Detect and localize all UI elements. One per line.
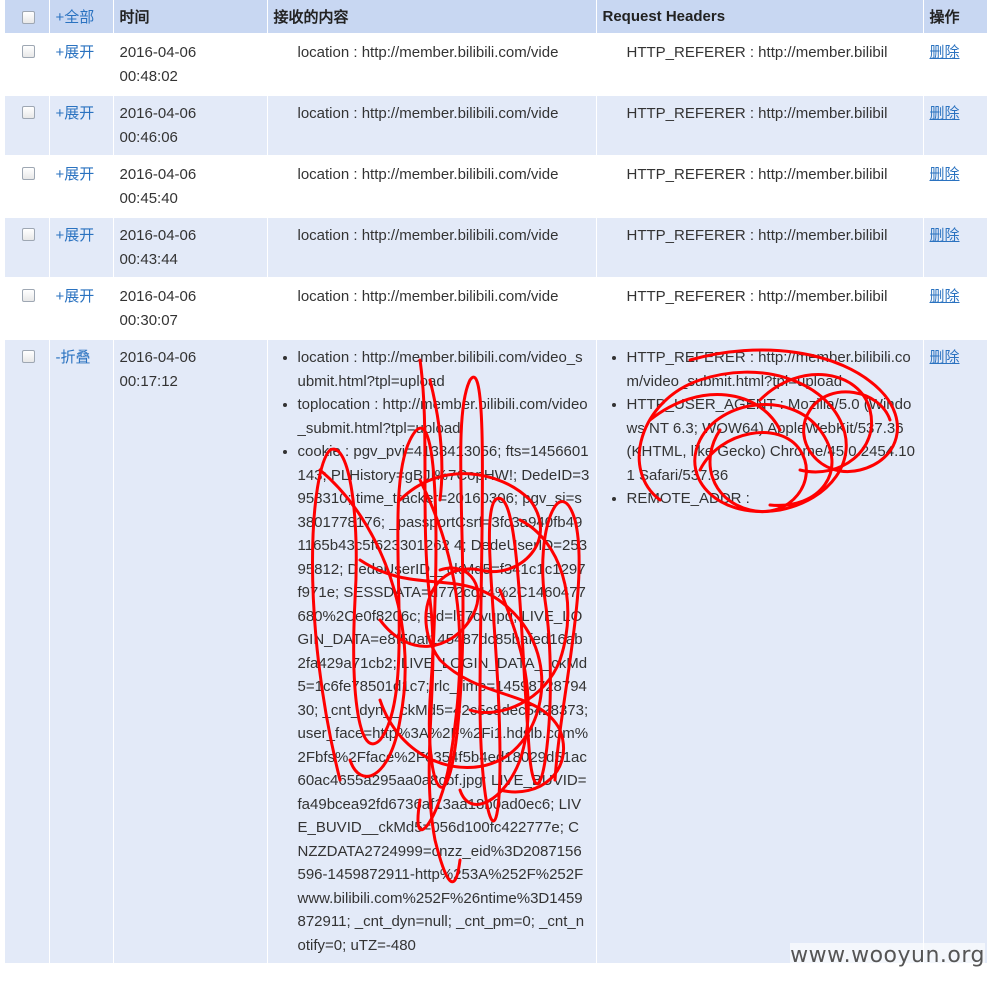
header-item: HTTP_REFERER : http://member.bilibil [627,224,917,248]
row-content: location : http://member.bilibili.com/vi… [267,94,597,156]
header-item: HTTP_REFERER : http://member.bilibil [627,41,917,65]
select-all-checkbox[interactable] [22,10,35,24]
row-select-cell [5,33,50,95]
watermark: www.wooyun.org [790,943,985,968]
row-toggle-cell: +展开 [49,33,114,95]
header-item: HTTP_REFERER : http://member.bilibil [627,285,917,309]
headers-column-header: Request Headers [596,0,924,34]
row-checkbox[interactable] [22,350,35,363]
row-content: location : http://member.bilibili.com/vi… [267,155,597,217]
content-item-cookie: cookie : pgv_pvi=4138413056; fts=1456601… [298,440,590,957]
row-ops: 删除 [923,216,988,278]
delete-link[interactable]: 删除 [930,227,960,244]
row-checkbox[interactable] [22,167,35,180]
row-headers: HTTP_REFERER : http://member.bilibili.co… [596,338,924,963]
row-ops: 删除 [923,338,988,963]
row-select-cell [5,94,50,156]
row-content: location : http://member.bilibili.com/vi… [267,338,597,963]
delete-link[interactable]: 删除 [930,349,960,366]
row-toggle-cell: +展开 [49,94,114,156]
content-item: location : http://member.bilibili.com/vi… [298,224,590,248]
header-item-referer: HTTP_REFERER : http://member.bilibili.co… [627,346,917,393]
row-headers: HTTP_REFERER : http://member.bilibil [596,216,924,278]
table-row: +展开 2016-04-06 00:46:06 location : http:… [5,94,988,156]
delete-link[interactable]: 删除 [930,288,960,305]
row-headers: HTTP_REFERER : http://member.bilibil [596,277,924,339]
expand-link[interactable]: +展开 [56,44,95,61]
row-time: 2016-04-06 00:17:12 [113,338,268,963]
row-toggle-cell: -折叠 [49,338,114,963]
row-ops: 删除 [923,33,988,95]
content-column-header: 接收的内容 [267,0,597,34]
row-select-cell [5,155,50,217]
ops-column-header: 操作 [923,0,988,34]
content-item: location : http://member.bilibili.com/vi… [298,163,590,187]
content-item: location : http://member.bilibili.com/vi… [298,285,590,309]
row-checkbox[interactable] [22,45,35,58]
row-select-cell [5,216,50,278]
row-ops: 删除 [923,94,988,156]
row-time: 2016-04-06 00:46:06 [113,94,268,156]
row-time: 2016-04-06 00:30:07 [113,277,268,339]
delete-link[interactable]: 删除 [930,44,960,61]
header-item: HTTP_REFERER : http://member.bilibil [627,163,917,187]
collapse-link[interactable]: -折叠 [56,349,91,366]
row-checkbox[interactable] [22,106,35,119]
row-ops: 删除 [923,277,988,339]
expand-link[interactable]: +展开 [56,105,95,122]
row-toggle-cell: +展开 [49,277,114,339]
content-item-toplocation: toplocation : http://member.bilibili.com… [298,393,590,440]
row-ops: 删除 [923,155,988,217]
table-header-row: +全部 时间 接收的内容 Request Headers 操作 [5,0,988,34]
row-headers: HTTP_REFERER : http://member.bilibil [596,94,924,156]
expand-link[interactable]: +展开 [56,288,95,305]
expand-link[interactable]: +展开 [56,166,95,183]
row-headers: HTTP_REFERER : http://member.bilibil [596,33,924,95]
header-item-user-agent: HTTP_USER_AGENT : Mozilla/5.0 (Windows N… [627,393,917,487]
table-row: +展开 2016-04-06 00:48:02 location : http:… [5,33,988,95]
header-item: HTTP_REFERER : http://member.bilibil [627,102,917,126]
row-content: location : http://member.bilibili.com/vi… [267,33,597,95]
delete-link[interactable]: 删除 [930,105,960,122]
log-table: +全部 时间 接收的内容 Request Headers 操作 +展开 2016… [5,0,988,963]
row-time: 2016-04-06 00:45:40 [113,155,268,217]
row-select-cell [5,338,50,963]
table-row: +展开 2016-04-06 00:30:07 location : http:… [5,277,988,339]
expand-all-link[interactable]: +全部 [56,9,95,26]
header-item-remote-addr: REMOTE_ADDR : [627,487,917,511]
row-select-cell [5,277,50,339]
content-item: location : http://member.bilibili.com/vi… [298,102,590,126]
time-column-header: 时间 [113,0,268,34]
row-time: 2016-04-06 00:48:02 [113,33,268,95]
row-content: location : http://member.bilibili.com/vi… [267,277,597,339]
table-row-expanded: -折叠 2016-04-06 00:17:12 location : http:… [5,338,988,963]
content-item-location: location : http://member.bilibili.com/vi… [298,346,590,393]
expand-link[interactable]: +展开 [56,227,95,244]
content-item: location : http://member.bilibili.com/vi… [298,41,590,65]
expand-all-cell: +全部 [49,0,114,34]
select-all-cell [5,0,50,34]
row-checkbox[interactable] [22,228,35,241]
table-row: +展开 2016-04-06 00:45:40 location : http:… [5,155,988,217]
delete-link[interactable]: 删除 [930,166,960,183]
row-content: location : http://member.bilibili.com/vi… [267,216,597,278]
table-row: +展开 2016-04-06 00:43:44 location : http:… [5,216,988,278]
row-time: 2016-04-06 00:43:44 [113,216,268,278]
row-toggle-cell: +展开 [49,155,114,217]
row-toggle-cell: +展开 [49,216,114,278]
row-checkbox[interactable] [22,289,35,302]
row-headers: HTTP_REFERER : http://member.bilibil [596,155,924,217]
